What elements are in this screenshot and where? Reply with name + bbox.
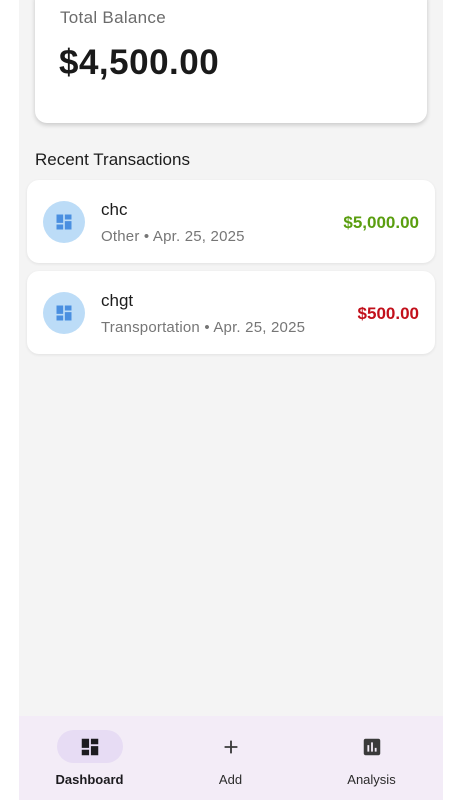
nav-icon-container: [339, 730, 405, 763]
recent-transactions-title: Recent Transactions: [35, 150, 190, 169]
total-balance-card: Total Balance $4,500.00: [35, 0, 427, 123]
transaction-amount: $5,000.00: [343, 213, 419, 232]
transaction-name: chgt: [101, 291, 134, 310]
transaction-name: chc: [101, 200, 128, 219]
nav-icon-container: [198, 730, 264, 763]
nav-label-analysis: Analysis: [347, 772, 396, 787]
nav-active-indicator: [56, 730, 123, 763]
app-screen: Total Balance $4,500.00 Recent Transacti…: [19, 0, 443, 800]
dashboard-icon: [56, 305, 72, 321]
dashboard-icon: [81, 738, 98, 755]
transaction-item[interactable]: chc Other • Apr. 25, 2025 $5,000.00: [27, 180, 435, 263]
nav-item-analysis[interactable]: Analysis: [301, 716, 442, 800]
plus-icon: [224, 740, 237, 753]
nav-label-dashboard: Dashboard: [55, 772, 124, 787]
nav-label-add: Add: [218, 772, 243, 787]
category-avatar: [43, 292, 85, 334]
transaction-amount: $500.00: [357, 304, 419, 323]
transaction-meta: Other • Apr. 25, 2025: [101, 228, 245, 245]
total-balance-label: Total Balance: [60, 8, 166, 27]
nav-item-dashboard[interactable]: Dashboard: [19, 716, 160, 800]
transaction-item[interactable]: chgt Transportation • Apr. 25, 2025 $500…: [27, 271, 435, 354]
dashboard-icon: [56, 214, 72, 230]
category-avatar: [43, 201, 85, 243]
nav-item-add[interactable]: Add: [160, 716, 301, 800]
bottom-navigation-bar: Dashboard Add Analysis: [19, 716, 443, 800]
total-balance-amount: $4,500.00: [59, 43, 220, 82]
transaction-meta: Transportation • Apr. 25, 2025: [101, 319, 306, 336]
bar-chart-icon: [363, 738, 380, 755]
